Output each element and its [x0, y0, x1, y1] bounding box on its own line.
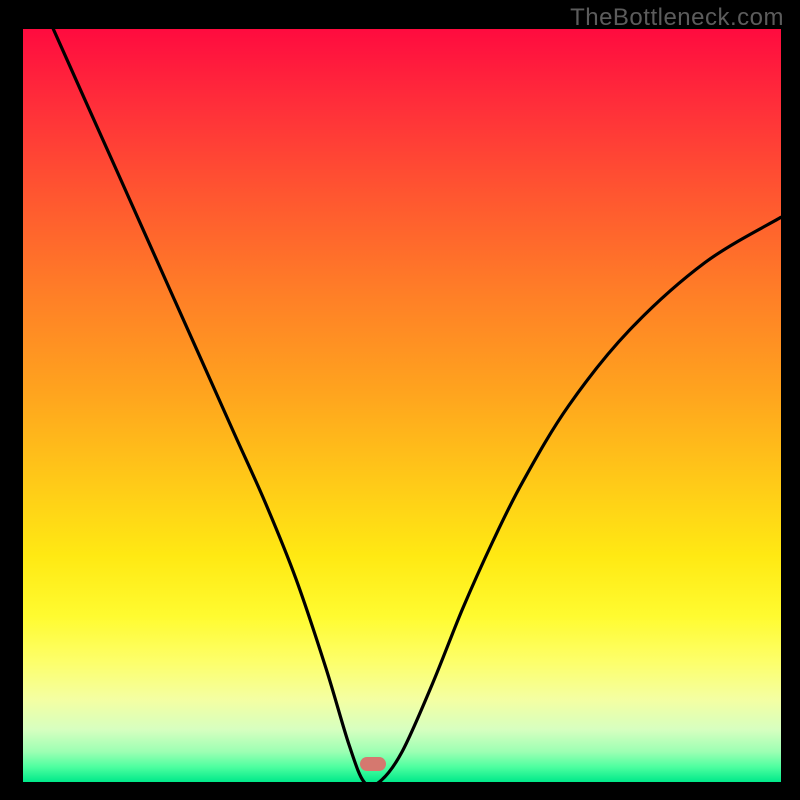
plot-area — [23, 29, 781, 782]
figure-frame: TheBottleneck.com — [0, 0, 800, 800]
bottleneck-curve — [53, 29, 781, 782]
watermark-text: TheBottleneck.com — [570, 4, 784, 32]
minimum-marker — [360, 757, 386, 771]
curve-layer — [23, 29, 781, 782]
